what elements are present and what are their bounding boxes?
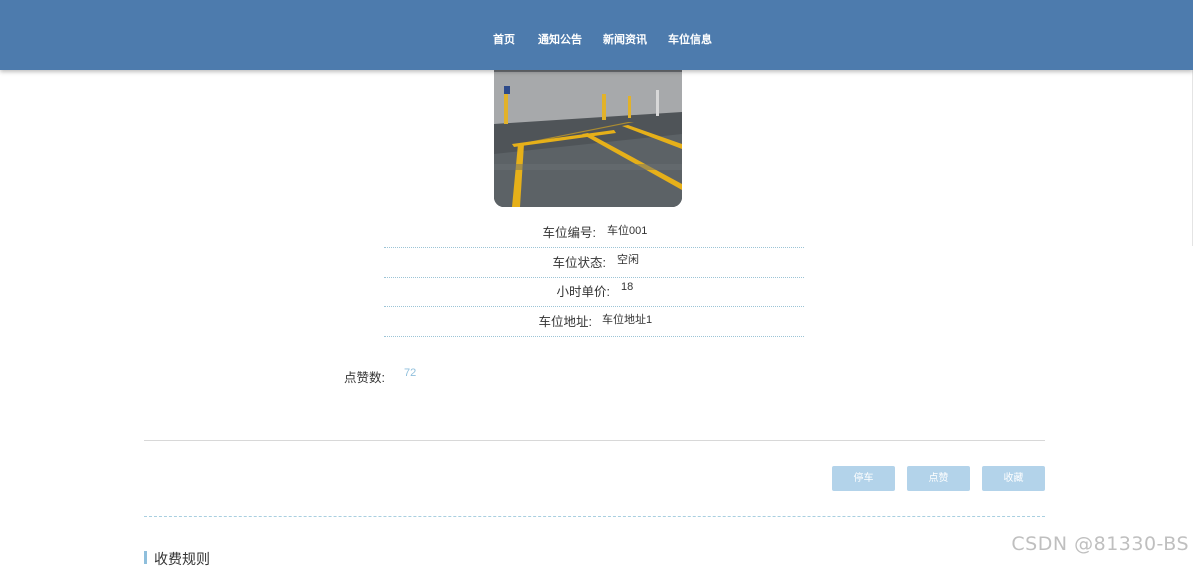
nav-item-notices[interactable]: 通知公告 <box>538 31 582 47</box>
section-title-fee-rules: 收费规则 <box>154 551 210 567</box>
watermark: CSDN @81330-BS <box>1011 533 1189 555</box>
field-row-space-address: 车位地址: 车位地址1 <box>384 308 804 337</box>
top-navbar: 首页 通知公告 新闻资讯 车位信息 <box>0 0 1193 70</box>
section-marker <box>144 551 147 564</box>
field-row-space-number: 车位编号: 车位001 <box>384 219 804 248</box>
favorite-button[interactable]: 收藏 <box>982 466 1045 491</box>
park-button[interactable]: 停车 <box>832 466 895 491</box>
nav-item-home[interactable]: 首页 <box>493 31 515 47</box>
parking-space-photo <box>494 54 682 207</box>
likes-count: 72 <box>404 367 417 379</box>
field-value: 车位001 <box>607 225 648 237</box>
field-label: 车位地址: <box>538 315 592 329</box>
field-row-space-status: 车位状态: 空闲 <box>384 249 804 278</box>
field-row-hourly-price: 小时单价: 18 <box>384 278 804 307</box>
dashed-divider <box>144 516 1045 517</box>
field-label: 车位状态: <box>552 256 606 270</box>
divider <box>144 440 1045 441</box>
field-label: 小时单价: <box>556 285 610 299</box>
likes-label: 点赞数: <box>344 371 385 385</box>
field-label: 车位编号: <box>542 226 596 240</box>
nav-item-news[interactable]: 新闻资讯 <box>603 31 647 47</box>
field-value: 车位地址1 <box>602 314 653 326</box>
field-value: 18 <box>621 281 634 293</box>
like-button[interactable]: 点赞 <box>907 466 970 491</box>
nav-item-parking-info[interactable]: 车位信息 <box>668 31 712 47</box>
field-value: 空闲 <box>617 254 639 266</box>
